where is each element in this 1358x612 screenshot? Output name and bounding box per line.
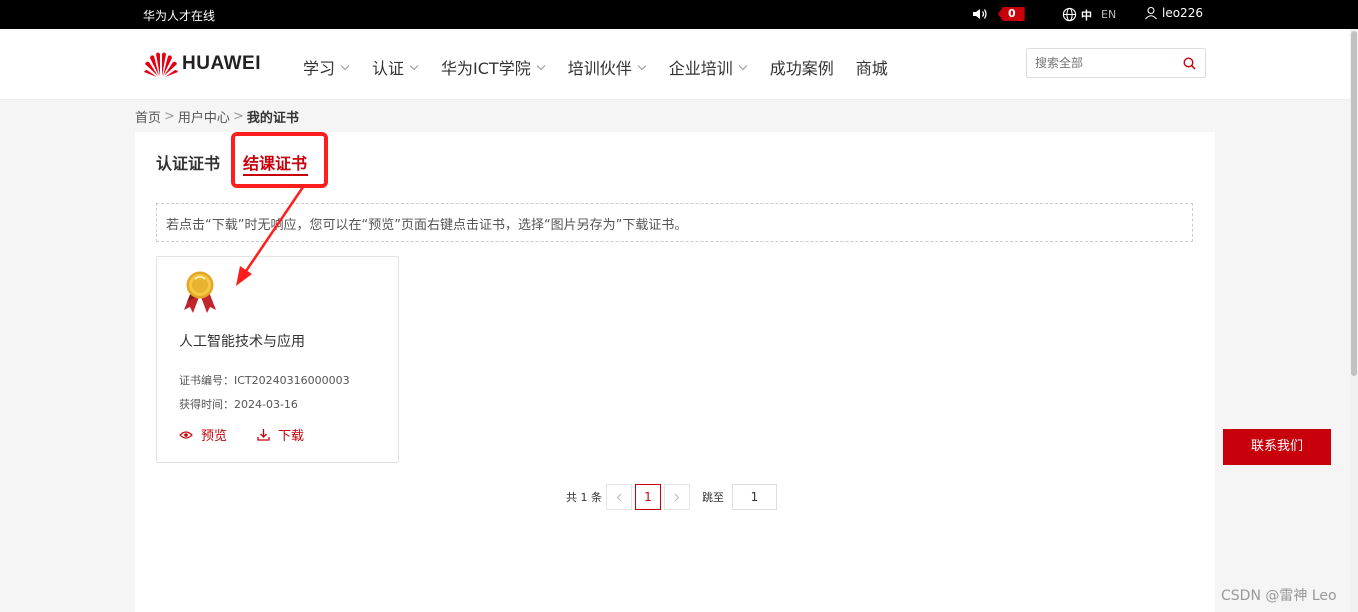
annotation-highlight-box (231, 132, 328, 188)
chevron-down-icon (340, 64, 350, 70)
nav-label: 认证 (372, 59, 405, 78)
certificate-number-label: 证书编号： (179, 374, 234, 387)
logo-text: HUAWEI (182, 53, 261, 74)
username[interactable]: leo226 (1162, 6, 1203, 20)
lang-zh[interactable]: 中 (1081, 7, 1092, 23)
chevron-down-icon (409, 64, 419, 70)
chevron-left-icon (616, 493, 622, 501)
preview-button[interactable]: 预览 (179, 425, 227, 444)
download-label: 下载 (278, 429, 305, 444)
certificate-number: ICT20240316000003 (234, 374, 350, 387)
medal-icon (184, 271, 216, 313)
chevron-down-icon (738, 64, 748, 70)
notification-badge[interactable]: 0 (998, 7, 1025, 21)
site-name[interactable]: 华为人才在线 (143, 7, 215, 24)
certificates-panel: 认证证书 结课证书 若点击“下载”时无响应，您可以在“预览”页面右键点击证书，选… (135, 132, 1215, 612)
nav-label: 华为ICT学院 (441, 59, 531, 78)
certificate-date-label: 获得时间： (179, 398, 234, 411)
certificate-card: 人工智能技术与应用 证书编号：ICT20240316000003 获得时间：20… (156, 256, 399, 463)
watermark: CSDN @雷神 Leo (1221, 588, 1337, 604)
nav-item-mall[interactable]: 商城 (856, 55, 888, 79)
chevron-down-icon (536, 64, 546, 70)
breadcrumb-separator: > (164, 109, 175, 124)
pagination-total: 共 1 条 (566, 491, 602, 504)
search-box (1026, 48, 1206, 78)
breadcrumb: 首页 > 用户中心 > 我的证书 (135, 107, 299, 126)
nav-label: 学习 (303, 59, 336, 78)
certificate-number-row: 证书编号：ICT20240316000003 (179, 372, 350, 388)
download-notice: 若点击“下载”时无响应，您可以在“预览”页面右键点击证书，选择“图片另存为”下载… (156, 203, 1193, 242)
scrollbar-thumb[interactable] (1351, 31, 1357, 376)
main-header: HUAWEI 学习 认证 华为ICT学院 培训伙伴 企业培训 成功案例 商城 (0, 29, 1350, 100)
main-nav: 学习 认证 华为ICT学院 培训伙伴 企业培训 成功案例 商城 (303, 55, 910, 79)
search-icon[interactable] (1183, 57, 1196, 70)
breadcrumb-home[interactable]: 首页 (135, 107, 161, 126)
speaker-icon[interactable] (972, 7, 988, 21)
download-icon (257, 429, 270, 441)
search-input[interactable] (1035, 49, 1175, 77)
jump-label: 跳至 (702, 491, 724, 504)
globe-icon[interactable] (1062, 7, 1077, 22)
user-icon[interactable] (1144, 6, 1158, 20)
nav-label: 成功案例 (769, 59, 834, 78)
certificate-title: 人工智能技术与应用 (179, 334, 305, 350)
nav-item-learning[interactable]: 学习 (303, 55, 350, 79)
prev-page-button[interactable] (606, 484, 632, 510)
breadcrumb-current: 我的证书 (246, 111, 299, 126)
breadcrumb-user-center[interactable]: 用户中心 (178, 107, 230, 126)
page-button-current[interactable]: 1 (635, 484, 661, 510)
nav-label: 培训伙伴 (567, 59, 632, 78)
huawei-flower-icon (144, 52, 178, 77)
certificate-date: 2024-03-16 (234, 398, 298, 411)
nav-item-certification[interactable]: 认证 (372, 55, 419, 79)
chevron-right-icon (674, 493, 680, 501)
preview-label: 预览 (201, 429, 228, 444)
breadcrumb-separator: > (232, 109, 244, 124)
top-bar: 华为人才在线 0 中 EN leo226 (0, 0, 1358, 29)
nav-item-training-partners[interactable]: 培训伙伴 (568, 55, 647, 79)
jump-page-input[interactable]: 1 (732, 484, 777, 510)
nav-item-success-cases[interactable]: 成功案例 (770, 55, 834, 79)
tab-certification-certificates[interactable]: 认证证书 (156, 150, 220, 174)
nav-label: 企业培训 (668, 59, 733, 78)
certificate-date-row: 获得时间：2024-03-16 (179, 396, 298, 412)
eye-icon (179, 430, 193, 439)
contact-us-button[interactable]: 联系我们 (1223, 429, 1331, 465)
nav-item-enterprise-training[interactable]: 企业培训 (669, 55, 748, 79)
nav-label: 商城 (855, 59, 888, 78)
lang-en[interactable]: EN (1101, 8, 1116, 21)
download-button[interactable]: 下载 (257, 425, 304, 444)
next-page-button[interactable] (664, 484, 690, 510)
pagination: 共 1 条 1 跳至 1 (566, 484, 777, 510)
chevron-down-icon (637, 64, 647, 70)
nav-item-ict-academy[interactable]: 华为ICT学院 (441, 55, 546, 79)
huawei-logo[interactable]: HUAWEI (143, 50, 261, 78)
